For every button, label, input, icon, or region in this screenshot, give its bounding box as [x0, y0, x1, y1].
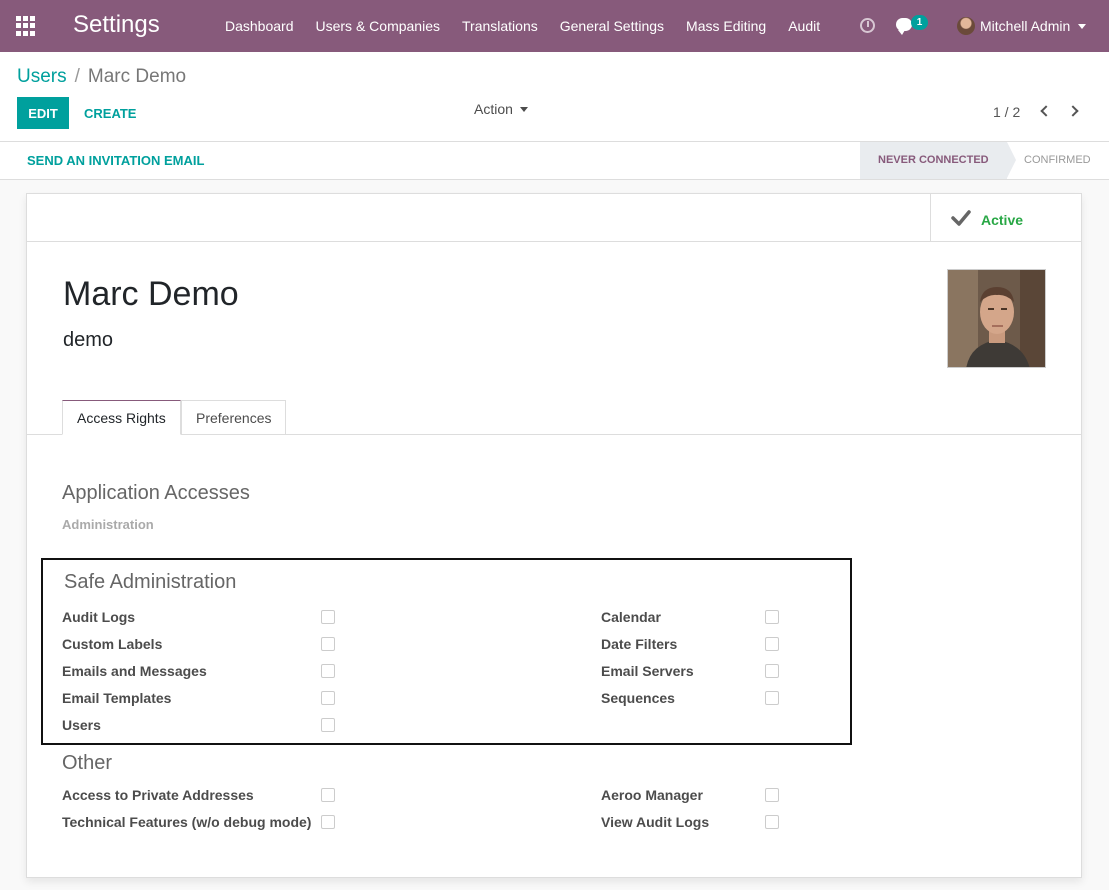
menu-dashboard[interactable]: Dashboard: [214, 0, 305, 52]
action-dropdown[interactable]: Action: [474, 100, 528, 118]
create-button[interactable]: CREATE: [77, 97, 143, 129]
date-filters-checkbox[interactable]: [765, 637, 779, 651]
access-private-addresses-label: Access to Private Addresses: [62, 787, 254, 803]
menu-users-companies[interactable]: Users & Companies: [305, 0, 452, 52]
app-title: Settings: [73, 11, 160, 38]
email-templates-label: Email Templates: [62, 690, 172, 706]
edit-button[interactable]: EDIT: [17, 97, 69, 129]
technical-features-label: Technical Features (w/o debug mode): [62, 814, 312, 830]
email-servers-label: Email Servers: [601, 663, 694, 679]
main-menu: Dashboard Users & Companies Translations…: [214, 0, 831, 52]
tab-preferences[interactable]: Preferences: [181, 400, 286, 435]
administration-label: Administration: [62, 517, 154, 532]
breadcrumb-current: Marc Demo: [87, 66, 187, 87]
caret-down-icon: [519, 106, 528, 112]
user-menu[interactable]: Mitchell Admin: [957, 0, 1087, 52]
check-icon: [951, 210, 971, 226]
breadcrumb: Users / Marc Demo: [17, 66, 186, 88]
send-invitation-email-button[interactable]: SEND AN INVITATION EMAIL: [27, 153, 204, 168]
user-photo-image: [948, 270, 1045, 367]
safe-administration-title: Safe Administration: [64, 571, 237, 593]
email-servers-checkbox[interactable]: [765, 664, 779, 678]
tab-access-rights[interactable]: Access Rights: [62, 400, 181, 435]
view-audit-logs-label: View Audit Logs: [601, 814, 710, 830]
users-label: Users: [62, 717, 101, 733]
form-sheet: Active Marc Demo demo Access Rights Pref…: [26, 193, 1082, 878]
status-confirmed[interactable]: CONFIRMED: [1024, 142, 1091, 179]
smart-button-box: Active: [27, 194, 1081, 242]
technical-features-checkbox[interactable]: [321, 815, 335, 829]
emails-and-messages-checkbox[interactable]: [321, 664, 335, 678]
calendar-label: Calendar: [601, 609, 661, 625]
user-photo[interactable]: [947, 269, 1046, 368]
calendar-checkbox[interactable]: [765, 610, 779, 624]
chevron-right-icon: [1067, 105, 1079, 117]
menu-translations[interactable]: Translations: [451, 0, 549, 52]
activity-clock-icon[interactable]: [860, 18, 875, 33]
breadcrumb-users-link[interactable]: Users: [17, 66, 67, 88]
other-section-title: Other: [62, 752, 113, 774]
users-checkbox[interactable]: [321, 718, 335, 732]
active-label: Active: [981, 212, 1024, 228]
audit-logs-label: Audit Logs: [62, 609, 136, 625]
apps-menu-icon[interactable]: [16, 16, 36, 36]
sequences-label: Sequences: [601, 690, 675, 706]
user-avatar: [957, 17, 975, 35]
emails-and-messages-label: Emails and Messages: [62, 663, 207, 679]
breadcrumb-separator: /: [74, 66, 80, 87]
menu-mass-editing[interactable]: Mass Editing: [675, 0, 777, 52]
audit-logs-checkbox[interactable]: [321, 610, 335, 624]
menu-general-settings[interactable]: General Settings: [549, 0, 675, 52]
application-accesses-title: Application Accesses: [62, 482, 250, 504]
chevron-left-icon: [1040, 105, 1052, 117]
caret-down-icon: [1078, 23, 1087, 29]
email-templates-checkbox[interactable]: [321, 691, 335, 705]
active-toggle-button[interactable]: Active: [930, 194, 1081, 242]
messaging-chat-icon[interactable]: [896, 18, 912, 35]
view-audit-logs-checkbox[interactable]: [765, 815, 779, 829]
user-login: demo: [63, 329, 114, 351]
aeroo-manager-label: Aeroo Manager: [601, 787, 703, 803]
user-name-title: Marc Demo: [63, 275, 239, 313]
access-private-addresses-checkbox[interactable]: [321, 788, 335, 802]
pager-previous-button[interactable]: [1037, 104, 1053, 120]
sequences-checkbox[interactable]: [765, 691, 779, 705]
user-name: Mitchell Admin: [980, 18, 1071, 34]
pager-value[interactable]: 1 / 2: [993, 104, 1020, 120]
custom-labels-checkbox[interactable]: [321, 637, 335, 651]
aeroo-manager-checkbox[interactable]: [765, 788, 779, 802]
action-label: Action: [474, 101, 513, 117]
custom-labels-label: Custom Labels: [62, 636, 163, 652]
pager-next-button[interactable]: [1067, 104, 1083, 120]
menu-audit[interactable]: Audit: [777, 0, 831, 52]
form-statusbar: SEND AN INVITATION EMAIL NEVER CONNECTED…: [0, 141, 1109, 180]
date-filters-label: Date Filters: [601, 636, 678, 652]
notebook-tabs: Access Rights Preferences: [27, 400, 1081, 435]
chat-counter-badge: 1: [911, 15, 928, 30]
top-navbar: Settings Dashboard Users & Companies Tra…: [0, 0, 1109, 52]
status-never-connected[interactable]: NEVER CONNECTED: [860, 142, 1016, 179]
